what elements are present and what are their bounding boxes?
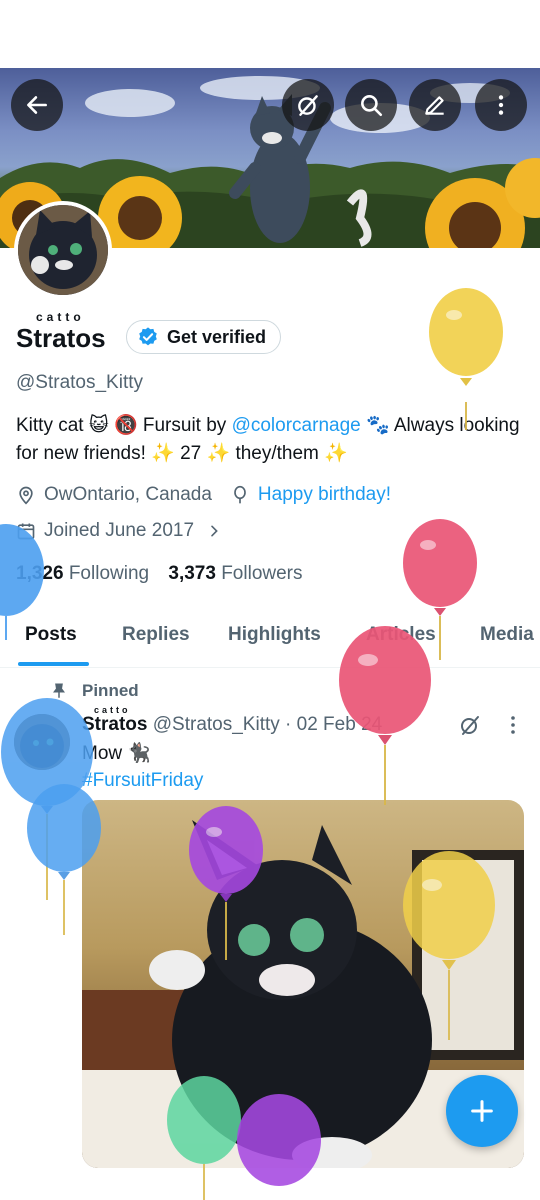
tab-replies[interactable]: Replies (122, 624, 190, 646)
grok-icon (298, 95, 318, 116)
profile-location: OwOntario, Canada (44, 484, 212, 505)
profile-joined-row[interactable]: Joined June 2017 (16, 520, 222, 542)
post-avatar-art (14, 714, 70, 770)
post-hashtag-link[interactable]: #FursuitFriday (82, 767, 203, 794)
profile-meta-row: OwOntario, Canada Happy birthday! (16, 484, 391, 506)
followers-label: Followers (221, 563, 303, 584)
pinned-label: Pinned (82, 681, 139, 700)
post-author-label: Stratos (82, 714, 148, 735)
tab-highlights[interactable]: Highlights (228, 624, 321, 646)
back-arrow-icon (27, 96, 47, 114)
following-count: 1,326 (16, 563, 64, 584)
post-more-icon[interactable] (503, 713, 523, 737)
post-author-name[interactable]: catto Stratos (82, 705, 148, 735)
post-text: Mow 🐈‍⬛ (82, 743, 152, 764)
get-verified-button[interactable]: Get verified (126, 320, 282, 354)
profile-bio: Kitty cat 😺 🔞 Fursuit by @colorcarnage 🐾… (16, 412, 528, 468)
verified-badge-icon (139, 327, 157, 346)
profile-tabs: Posts Replies Highlights Articles Media (0, 610, 540, 668)
post-avatar[interactable] (14, 714, 70, 770)
tab-media[interactable]: Media (480, 624, 534, 646)
post-author-superscript: catto (94, 705, 131, 715)
chevron-right-icon (211, 525, 218, 537)
status-bar (0, 0, 540, 68)
tab-posts[interactable]: Posts (25, 624, 77, 646)
followers-link[interactable]: 3,373 Followers (168, 563, 302, 584)
balloon-yellow-top (429, 288, 503, 430)
grok-button[interactable] (282, 79, 334, 131)
search-icon (361, 95, 383, 117)
more-vertical-icon (498, 95, 504, 115)
birthday-link[interactable]: Happy birthday! (258, 484, 391, 506)
pin-icon (53, 683, 65, 698)
active-tab-indicator (18, 662, 89, 666)
post-body: Mow 🐈‍⬛ #FursuitFriday (82, 740, 203, 794)
post-header: catto Stratos @Stratos_Kitty · 02 Feb 24 (82, 705, 383, 736)
search-button[interactable] (345, 79, 397, 131)
plus-icon (471, 1100, 493, 1122)
followers-count: 3,373 (168, 563, 216, 584)
location-pin-icon (19, 486, 33, 505)
name-superscript: catto (36, 310, 85, 324)
back-button[interactable] (11, 79, 63, 131)
following-label: Following (68, 563, 150, 584)
profile-name: catto Stratos (16, 310, 106, 360)
bio-text: Kitty cat 😺 🔞 Fursuit by (16, 415, 232, 436)
profile-handle: @Stratos_Kitty (16, 372, 143, 393)
bio-mention-link[interactable]: @colorcarnage (232, 415, 361, 436)
profile-avatar[interactable] (14, 201, 112, 299)
get-verified-label: Get verified (167, 326, 267, 347)
balloon-icon (234, 485, 246, 504)
grok-icon[interactable] (458, 713, 482, 737)
follow-stats: 1,326 Following 3,373 Followers (16, 563, 303, 585)
following-link[interactable]: 1,326 Following (16, 563, 149, 584)
edit-icon (425, 96, 444, 115)
post-handle-date: @Stratos_Kitty · 02 Feb 24 (152, 714, 383, 735)
tab-articles[interactable]: Articles (366, 624, 436, 646)
calendar-icon (17, 523, 35, 540)
avatar-art (18, 205, 108, 295)
profile-joined: Joined June 2017 (44, 520, 195, 541)
compose-button[interactable] (446, 1075, 518, 1147)
edit-button[interactable] (409, 79, 461, 131)
more-button[interactable] (475, 79, 527, 131)
